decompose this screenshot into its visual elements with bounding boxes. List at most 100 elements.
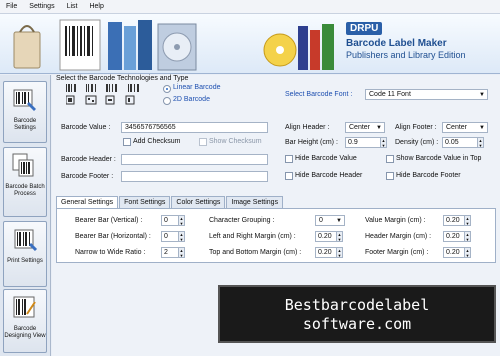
show-checksum-checkbox[interactable]	[199, 138, 207, 146]
chevron-down-icon: ▼	[479, 125, 485, 131]
barcode-header-input[interactable]	[121, 154, 268, 165]
bearer-horizontal-value: 0	[164, 233, 168, 240]
spin-arrows-icon[interactable]: ▲ ▼	[336, 231, 343, 242]
spin-arrows-icon[interactable]: ▲ ▼	[178, 231, 185, 242]
designing-view-icon	[13, 296, 36, 318]
disc-books-icon	[263, 24, 334, 70]
linear-barcode-label: Linear Barcode	[173, 84, 221, 91]
hide-header-checkbox[interactable]	[285, 172, 293, 180]
spin-arrows-icon[interactable]: ▲ ▼	[336, 247, 343, 258]
2d-barcode-label: 2D Barcode	[173, 96, 210, 103]
barcode-settings-icon	[13, 89, 36, 111]
barcode-card-icon	[59, 19, 101, 71]
top-bottom-margin-input[interactable]: 0.20 ▲ ▼	[315, 247, 343, 258]
spin-arrows-icon[interactable]: ▲ ▼	[464, 247, 471, 258]
sidebar-item-label: Barcode Settings	[13, 118, 37, 131]
left-right-margin-label: Left and Right Margin (cm) :	[209, 233, 296, 240]
website-watermark: Bestbarcodelabel software.com	[218, 285, 496, 343]
batch-process-icon	[12, 153, 34, 177]
character-grouping-value: 0	[319, 217, 323, 224]
header-margin-value: 0.20	[446, 233, 460, 240]
spin-arrows-icon[interactable]: ▲ ▼	[464, 231, 471, 242]
bearer-vertical-input[interactable]: 0 ▲ ▼	[161, 215, 185, 226]
chevron-down-icon: ▼	[376, 125, 382, 131]
barcode-value-input[interactable]: 3456576756565	[121, 122, 268, 133]
sidebar-item-barcode-settings[interactable]: Barcode Settings	[3, 81, 47, 143]
linear-barcode-thumbnail-icon	[66, 84, 139, 92]
bag-icon	[13, 25, 41, 69]
spin-arrows-icon[interactable]: ▲ ▼	[380, 137, 387, 148]
books-icon	[108, 20, 152, 70]
narrow-wide-ratio-value: 2	[164, 249, 168, 256]
align-footer-value: Center	[446, 124, 468, 131]
tab-font-settings[interactable]: Font Settings	[119, 196, 171, 208]
header-banner: DRPU Barcode Label Maker Publishers and …	[0, 14, 500, 74]
menu-help[interactable]: Help	[89, 3, 103, 10]
show-value-top-checkbox[interactable]	[386, 155, 394, 163]
value-margin-input[interactable]: 0.20 ▲ ▼	[443, 215, 471, 226]
chevron-down-icon: ▼	[479, 92, 485, 98]
align-footer-select[interactable]: Center ▼	[442, 122, 488, 133]
add-checksum-label: Add Checksum	[133, 138, 181, 145]
cd-case-icon	[157, 23, 197, 71]
2d-barcode-radio[interactable]	[163, 97, 171, 105]
sidebar: Barcode Settings Barcode Batch Process P…	[0, 75, 51, 356]
spin-arrows-icon[interactable]: ▲ ▼	[477, 137, 484, 148]
sidebar-item-label: Print Settings	[7, 258, 43, 264]
barcode-font-value: Code 11 Font	[369, 91, 411, 98]
spin-arrows-icon[interactable]: ▲ ▼	[178, 247, 185, 258]
sidebar-item-batch-process[interactable]: Barcode Batch Process	[3, 147, 47, 217]
density-input[interactable]: 0.05 ▲ ▼	[442, 137, 484, 148]
bearer-horizontal-label: Bearer Bar (Horizontal) :	[75, 233, 151, 240]
sidebar-item-designing-view[interactable]: Barcode Designing View	[3, 289, 47, 353]
hide-footer-checkbox[interactable]	[386, 172, 394, 180]
narrow-wide-ratio-input[interactable]: 2 ▲ ▼	[161, 247, 185, 258]
chevron-down-icon: ▼	[336, 218, 342, 224]
add-checksum-checkbox[interactable]	[123, 138, 131, 146]
tab-color-settings[interactable]: Color Settings	[171, 196, 226, 208]
tab-image-settings[interactable]: Image Settings	[226, 196, 284, 208]
technology-heading: Select the Barcode Technologies and Type	[56, 75, 189, 82]
bar-height-input[interactable]: 0.9 ▲ ▼	[345, 137, 387, 148]
barcode-value-label: Barcode Value :	[61, 124, 111, 131]
spin-arrows-icon[interactable]: ▲ ▼	[464, 215, 471, 226]
show-value-top-label: Show Barcode Value in Top	[396, 155, 482, 162]
sidebar-item-label: Barcode Batch Process	[5, 184, 45, 197]
footer-margin-label: Footer Margin (cm) :	[365, 249, 429, 256]
menu-settings[interactable]: Settings	[29, 3, 54, 10]
align-header-select[interactable]: Center ▼	[345, 122, 385, 133]
bar-height-value: 0.9	[348, 139, 358, 146]
hide-value-label: Hide Barcode Value	[295, 155, 357, 162]
bar-height-label: Bar Height (cm) :	[285, 139, 338, 146]
density-value: 0.05	[445, 139, 459, 146]
print-settings-icon	[14, 229, 38, 252]
bearer-horizontal-input[interactable]: 0 ▲ ▼	[161, 231, 185, 242]
hide-value-checkbox[interactable]	[285, 155, 293, 163]
barcode-footer-label: Barcode Footer :	[61, 173, 114, 180]
spin-arrows-icon[interactable]: ▲ ▼	[178, 215, 185, 226]
product-edition: Publishers and Library Edition	[346, 50, 466, 60]
2d-barcode-thumbnail-icon	[66, 95, 135, 105]
barcode-font-label: Select Barcode Font :	[285, 91, 353, 98]
top-bottom-margin-value: 0.20	[318, 249, 332, 256]
watermark-line-2: software.com	[302, 315, 412, 333]
left-right-margin-input[interactable]: 0.20 ▲ ▼	[315, 231, 343, 242]
brand-logo: DRPU	[346, 22, 383, 35]
sidebar-item-print-settings[interactable]: Print Settings	[3, 221, 47, 287]
linear-barcode-radio[interactable]	[163, 85, 171, 93]
barcode-footer-input[interactable]	[121, 171, 268, 182]
general-settings-panel: Bearer Bar (Vertical) : 0 ▲ ▼ Bearer Bar (…	[56, 208, 496, 263]
menu-file[interactable]: File	[6, 3, 17, 10]
footer-margin-input[interactable]: 0.20 ▲ ▼	[443, 247, 471, 258]
barcode-type-thumbnails	[66, 84, 139, 105]
header-margin-input[interactable]: 0.20 ▲ ▼	[443, 231, 471, 242]
align-header-value: Center	[349, 124, 371, 131]
menu-list[interactable]: List	[67, 3, 78, 10]
barcode-font-select[interactable]: Code 11 Font ▼	[365, 89, 488, 100]
brand-block: DRPU Barcode Label Maker Publishers and …	[346, 22, 496, 60]
density-label: Density (cm) :	[395, 139, 439, 146]
watermark-line-1: Bestbarcodelabel	[284, 296, 430, 314]
bearer-vertical-label: Bearer Bar (Vertical) :	[75, 217, 143, 224]
character-grouping-select[interactable]: 0 ▼	[315, 215, 345, 226]
top-bottom-margin-label: Top and Bottom Margin (cm) :	[209, 249, 302, 256]
